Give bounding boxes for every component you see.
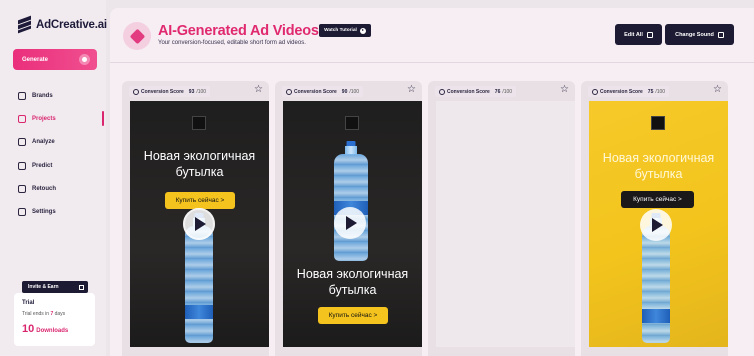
sidebar-item-label: Analyze bbox=[32, 139, 55, 146]
gift-icon bbox=[79, 284, 84, 290]
sidebar-item-label: Brands bbox=[32, 92, 53, 99]
score-icon bbox=[133, 88, 139, 95]
conversion-score: Conversion Score 75 /100 bbox=[588, 86, 670, 97]
invite-label: Invite & Earn bbox=[28, 284, 59, 290]
retouch-icon bbox=[18, 184, 26, 193]
change-sound-label: Change Sound bbox=[675, 31, 714, 38]
pencil-icon bbox=[646, 31, 653, 38]
main-panel: AI-Generated Ad Videos Your conversion-f… bbox=[110, 8, 754, 356]
sidebar-nav: Brands Projects Analyze Predict Retouch … bbox=[18, 84, 106, 224]
watch-tutorial-label: Watch Tutorial bbox=[324, 28, 357, 33]
sound-icon bbox=[717, 31, 724, 38]
trial-ends-text: Trial ends in 7 days bbox=[22, 311, 66, 317]
sidebar: AdCreative.ai Generate Brands Projects A… bbox=[0, 0, 107, 356]
video-cube-icon bbox=[123, 22, 151, 50]
settings-icon bbox=[18, 208, 26, 217]
play-icon[interactable] bbox=[334, 207, 366, 239]
sidebar-item-label: Settings bbox=[32, 209, 56, 216]
logo-icon bbox=[18, 15, 31, 34]
conversion-score: Conversion Score 76 /100 bbox=[435, 86, 517, 97]
page-subtitle: Your conversion-focused, editable short … bbox=[158, 40, 306, 46]
brand-logo-icon bbox=[192, 116, 206, 130]
favorite-star-icon[interactable]: ☆ bbox=[407, 85, 416, 95]
brands-icon bbox=[18, 91, 26, 100]
conversion-score: Conversion Score 93 /100 bbox=[129, 86, 211, 97]
favorite-star-icon[interactable]: ☆ bbox=[560, 85, 569, 95]
downloads-count: 10 Downloads bbox=[22, 323, 69, 335]
edit-all-button[interactable]: Edit All bbox=[615, 24, 662, 45]
play-icon[interactable] bbox=[640, 209, 672, 241]
generate-icon bbox=[79, 54, 90, 65]
header-divider bbox=[110, 62, 754, 63]
projects-icon bbox=[18, 114, 26, 123]
sidebar-item-settings[interactable]: Settings bbox=[18, 200, 106, 223]
change-sound-button[interactable]: Change Sound bbox=[665, 24, 734, 45]
ad-cta-button: Купить сейчас > bbox=[318, 307, 388, 324]
brand-logo[interactable]: AdCreative.ai bbox=[18, 15, 107, 34]
favorite-star-icon[interactable]: ☆ bbox=[713, 85, 722, 95]
ad-video-preview-loading[interactable] bbox=[436, 101, 575, 347]
brand-logo-icon bbox=[651, 116, 665, 130]
ad-video-preview[interactable]: Новая экологичная бутылка Купить сейчас … bbox=[589, 101, 728, 347]
ad-video-preview[interactable]: Новая экологичная бутылка Купить сейчас … bbox=[283, 101, 422, 347]
trial-days-value: 7 bbox=[50, 311, 54, 317]
brand-logo-icon bbox=[345, 116, 359, 130]
score-icon bbox=[439, 88, 445, 95]
sidebar-item-retouch[interactable]: Retouch bbox=[18, 177, 106, 200]
sidebar-item-analyze[interactable]: Analyze bbox=[18, 131, 106, 154]
ad-cta-button: Купить сейчас > bbox=[165, 192, 235, 209]
generate-label: Generate bbox=[22, 56, 49, 63]
trial-card: Trial Trial ends in 7 days 10 Downloads bbox=[14, 293, 95, 346]
edit-all-label: Edit All bbox=[624, 31, 643, 38]
play-circle-icon bbox=[359, 27, 366, 34]
invite-earn-button[interactable]: Invite & Earn bbox=[22, 281, 88, 293]
conversion-score: Conversion Score 90 /100 bbox=[282, 86, 364, 97]
watch-tutorial-button[interactable]: Watch Tutorial bbox=[319, 24, 371, 37]
sidebar-item-predict[interactable]: Predict bbox=[18, 154, 106, 177]
play-icon[interactable] bbox=[183, 208, 215, 240]
analyze-icon bbox=[18, 138, 26, 147]
sidebar-item-brands[interactable]: Brands bbox=[18, 84, 106, 107]
score-icon bbox=[592, 88, 598, 95]
ad-video-card[interactable]: Conversion Score 93 /100 ☆ Новая экологи… bbox=[122, 81, 269, 356]
sidebar-item-label: Predict bbox=[32, 162, 53, 169]
page-title: AI-Generated Ad Videos bbox=[158, 23, 319, 39]
ad-video-preview[interactable]: Новая экологичная бутылка Купить сейчас … bbox=[130, 101, 269, 347]
ad-video-card[interactable]: Conversion Score 90 /100 ☆ Новая экологи… bbox=[275, 81, 422, 356]
sidebar-item-label: Retouch bbox=[32, 185, 56, 192]
water-bottle-image bbox=[334, 141, 368, 261]
score-icon bbox=[286, 88, 292, 95]
ad-headline: Новая экологичная бутылка bbox=[143, 149, 256, 179]
trial-title: Trial bbox=[22, 300, 35, 306]
predict-icon bbox=[18, 161, 26, 170]
sidebar-item-projects[interactable]: Projects bbox=[18, 107, 106, 130]
brand-name: AdCreative.ai bbox=[36, 18, 107, 31]
favorite-star-icon[interactable]: ☆ bbox=[254, 85, 263, 95]
generate-button[interactable]: Generate bbox=[13, 49, 97, 70]
sidebar-item-label: Projects bbox=[32, 115, 56, 122]
ad-headline: Новая экологичная бутылка bbox=[602, 151, 715, 181]
ad-video-card[interactable]: Conversion Score 75 /100 ☆ Новая экологи… bbox=[581, 81, 728, 356]
ad-video-card[interactable]: Conversion Score 76 /100 ☆ bbox=[428, 81, 575, 356]
ad-cta-button: Купить сейчас > bbox=[621, 191, 694, 208]
ad-headline: Новая экологичная бутылка bbox=[296, 267, 409, 297]
